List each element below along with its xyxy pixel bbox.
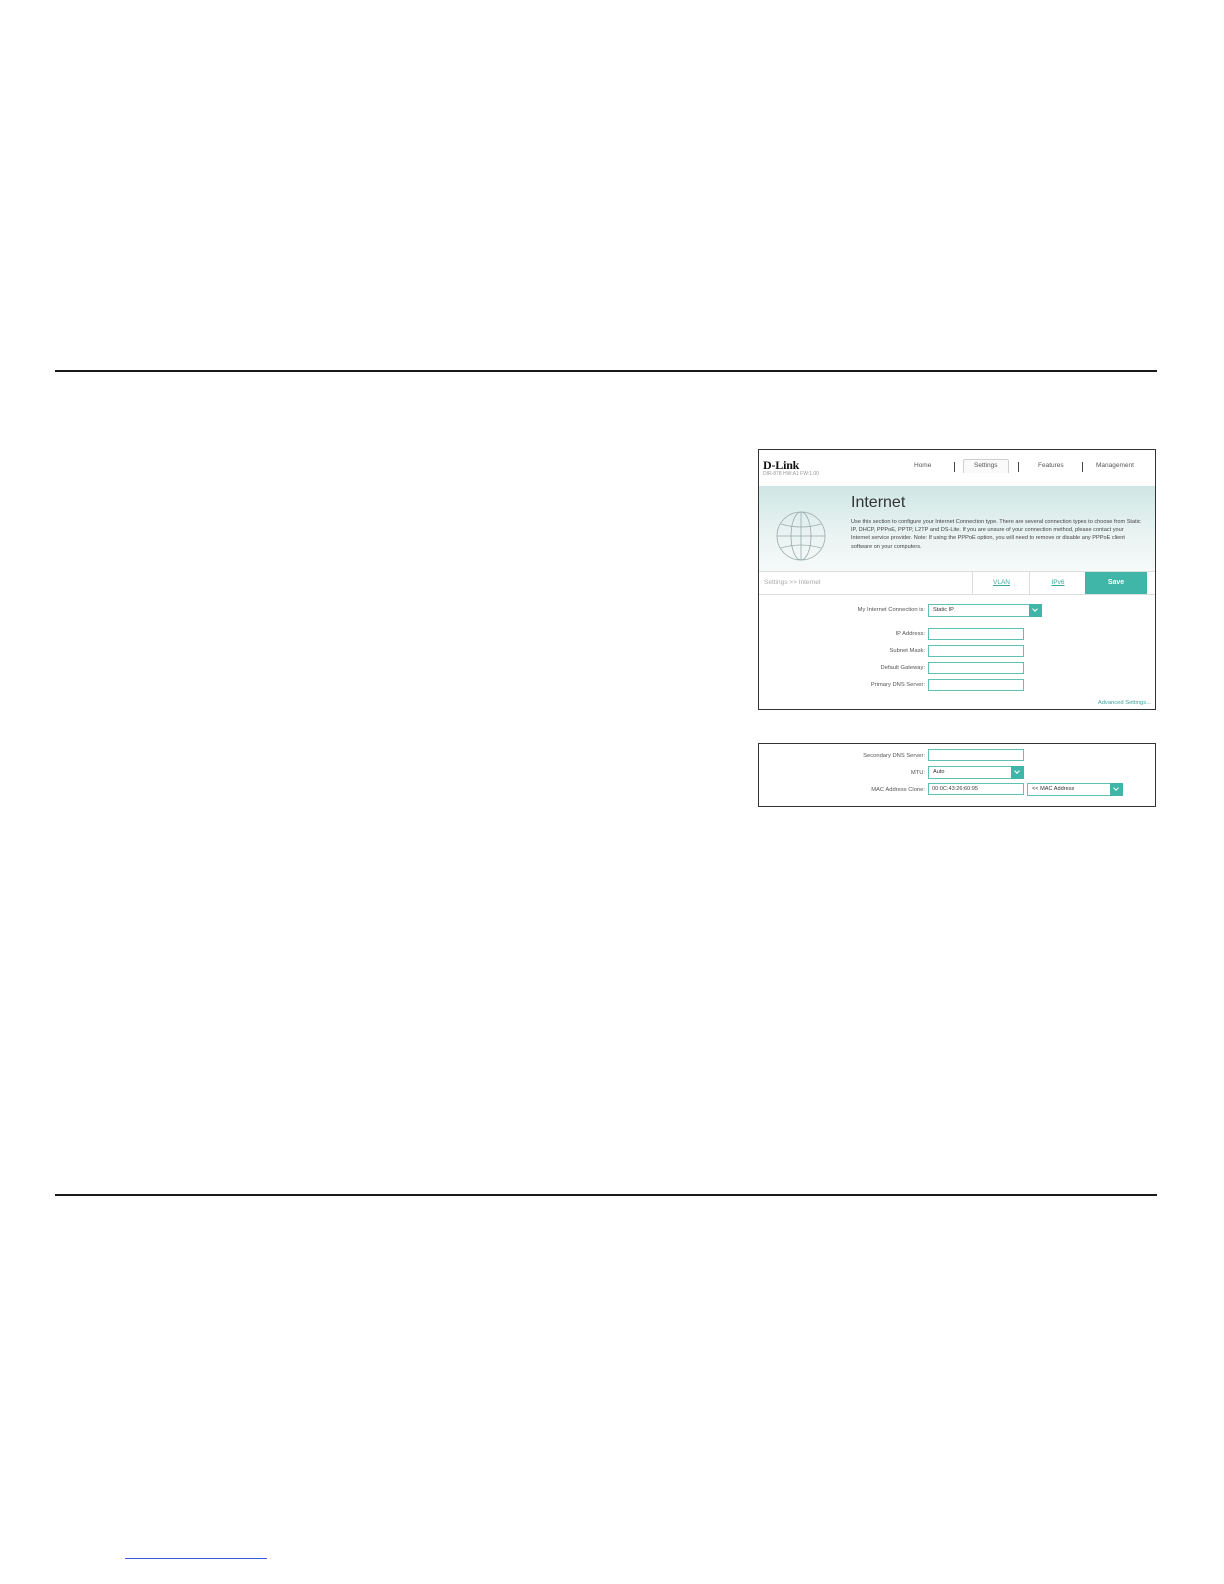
secondary-dns-label: Secondary DNS Server: [863,753,925,759]
mac-select-value: << MAC Address [1032,786,1075,792]
globe-icon [776,511,826,561]
router-internet-screenshot: D-Link DIR-878 HW:A1 FW:1.00 Home Settin… [758,449,1156,710]
breadcrumb: Settings >> Internet [764,579,821,586]
default-gateway-label: Default Gateway: [880,665,925,671]
primary-dns-input[interactable] [928,679,1024,691]
connection-type-label: My Internet Connection is: [857,607,925,613]
connection-type-value: Static IP [933,607,954,613]
section-rule-bottom [55,1194,1157,1196]
page-description: Use this section to configure your Inter… [851,519,1141,550]
model-info: DIR-878 HW:A1 FW:1.00 [763,471,819,477]
chevron-down-icon [1029,604,1042,617]
footnote-link-underline [125,1558,267,1559]
default-gateway-input[interactable] [928,662,1024,674]
subnet-mask-label: Subnet Mask: [889,648,925,654]
secondary-dns-input[interactable] [928,749,1024,761]
mtu-select[interactable]: Auto [928,766,1024,779]
nav-separator [954,462,955,472]
nav-separator [1082,462,1083,472]
mtu-label: MTU: [910,770,925,776]
page-title: Internet [851,494,906,511]
mtu-value: Auto [933,769,945,775]
tab-bar: Settings >> Internet VLAN IPv6 Save [759,571,1155,595]
section-rule-top [55,370,1157,372]
nav-management[interactable]: Management [1096,462,1134,469]
save-button[interactable]: Save [1085,572,1147,594]
chevron-down-icon [1011,766,1024,779]
internet-hero: Internet Use this section to configure y… [759,486,1155,572]
mac-clone-label: MAC Address Clone: [871,787,925,793]
mac-address-input[interactable]: 00:0C:43:26:60:95 [928,783,1024,795]
nav-home[interactable]: Home [914,462,931,469]
tab-ipv6[interactable]: IPv6 [1029,572,1086,594]
connection-type-select[interactable]: Static IP [928,604,1042,617]
subnet-mask-input[interactable] [928,645,1024,657]
mac-address-select[interactable]: << MAC Address [1027,783,1123,796]
nav-features[interactable]: Features [1038,462,1064,469]
router-advanced-screenshot: Secondary DNS Server: MTU: Auto MAC Addr… [758,743,1156,807]
advanced-settings-link[interactable]: Advanced Settings... [1098,700,1151,706]
ip-address-input[interactable] [928,628,1024,640]
nav-separator [1018,462,1019,472]
chevron-down-icon [1110,783,1123,796]
nav-settings[interactable]: Settings [963,459,1009,473]
router-header: D-Link DIR-878 HW:A1 FW:1.00 Home Settin… [759,450,1155,486]
ip-address-label: IP Address: [895,631,925,637]
tab-vlan[interactable]: VLAN [972,572,1030,594]
primary-dns-label: Primary DNS Server: [870,682,925,688]
